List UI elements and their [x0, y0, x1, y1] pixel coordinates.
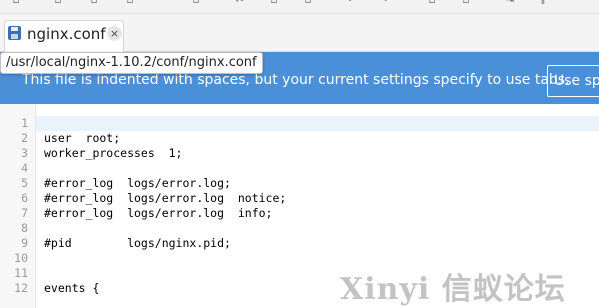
- save-as-icon[interactable]: ▫: [124, 0, 136, 6]
- line-number: 4: [21, 161, 28, 175]
- close-icon[interactable]: ▫: [190, 0, 202, 6]
- code-text: #error_log logs/error.log info;: [44, 206, 273, 220]
- code-line[interactable]: 3 worker_processes 1;: [0, 146, 599, 161]
- cut-icon[interactable]: ✂: [234, 0, 246, 6]
- code-line[interactable]: 4: [0, 161, 599, 176]
- line-number: 6: [21, 191, 28, 205]
- toolbar: ▫ ▫ ▫ ▫ ▫ ✂ ▫ ▫ ↶ ↷ ▫ ▫ ⇥ ¶: [0, 0, 599, 14]
- code-line[interactable]: 5 #error_log logs/error.log;: [0, 176, 599, 191]
- code-line[interactable]: 1: [0, 116, 599, 131]
- file-path-tooltip: /usr/local/nginx-1.10.2/conf/nginx.conf: [0, 52, 263, 74]
- line-number: 2: [21, 131, 28, 145]
- code-text: #pid logs/nginx.pid;: [44, 236, 231, 250]
- tab-label: nginx.conf: [27, 25, 106, 43]
- indent-icon[interactable]: ⇥: [504, 0, 516, 6]
- infobar-message: This file is indented with spaces, but y…: [22, 72, 570, 88]
- code-text: user root;: [44, 131, 121, 145]
- save-icon[interactable]: ▫: [88, 0, 100, 6]
- watermark: Xinyi 信蚁论坛: [340, 262, 599, 308]
- watermark-text: Xinyi 信蚁论坛: [340, 272, 566, 307]
- tab-close-button[interactable]: ×: [107, 26, 122, 41]
- code-text: #error_log logs/error.log notice;: [44, 191, 287, 205]
- tab-bar: nginx.conf ×: [0, 14, 599, 52]
- open-file-icon[interactable]: ▫: [52, 0, 64, 6]
- code-line[interactable]: 8: [0, 221, 599, 236]
- code-text: #error_log logs/error.log;: [44, 176, 231, 190]
- line-number: 12: [14, 281, 28, 295]
- floppy-disk-icon: [8, 26, 21, 40]
- new-file-icon[interactable]: ▫: [10, 0, 22, 6]
- code-text: events {: [44, 281, 100, 295]
- line-number: 9: [21, 236, 28, 250]
- line-number: 11: [14, 266, 28, 280]
- use-spaces-button[interactable]: Use spaces: [547, 65, 599, 97]
- line-number: 8: [21, 221, 28, 235]
- undo-icon[interactable]: ↶: [346, 0, 358, 6]
- code-line[interactable]: 6 #error_log logs/error.log notice;: [0, 191, 599, 206]
- pilcrow-icon[interactable]: ¶: [536, 0, 548, 6]
- line-number: 10: [14, 251, 28, 265]
- code-text: worker_processes 1;: [44, 146, 183, 160]
- tab-nginx-conf[interactable]: nginx.conf ×: [4, 20, 124, 52]
- redo-icon[interactable]: ↷: [378, 0, 390, 6]
- line-number: 3: [21, 146, 28, 160]
- line-number: 7: [21, 206, 28, 220]
- line-number: 5: [21, 176, 28, 190]
- code-line[interactable]: 9 #pid logs/nginx.pid;: [0, 236, 599, 251]
- code-line[interactable]: 2 user root;: [0, 131, 599, 146]
- code-line[interactable]: 7 #error_log logs/error.log info;: [0, 206, 599, 221]
- replace-icon[interactable]: ▫: [460, 0, 472, 6]
- paste-icon[interactable]: ▫: [302, 0, 314, 6]
- find-icon[interactable]: ▫: [426, 0, 438, 6]
- line-number: 1: [21, 116, 28, 130]
- copy-icon[interactable]: ▫: [268, 0, 280, 6]
